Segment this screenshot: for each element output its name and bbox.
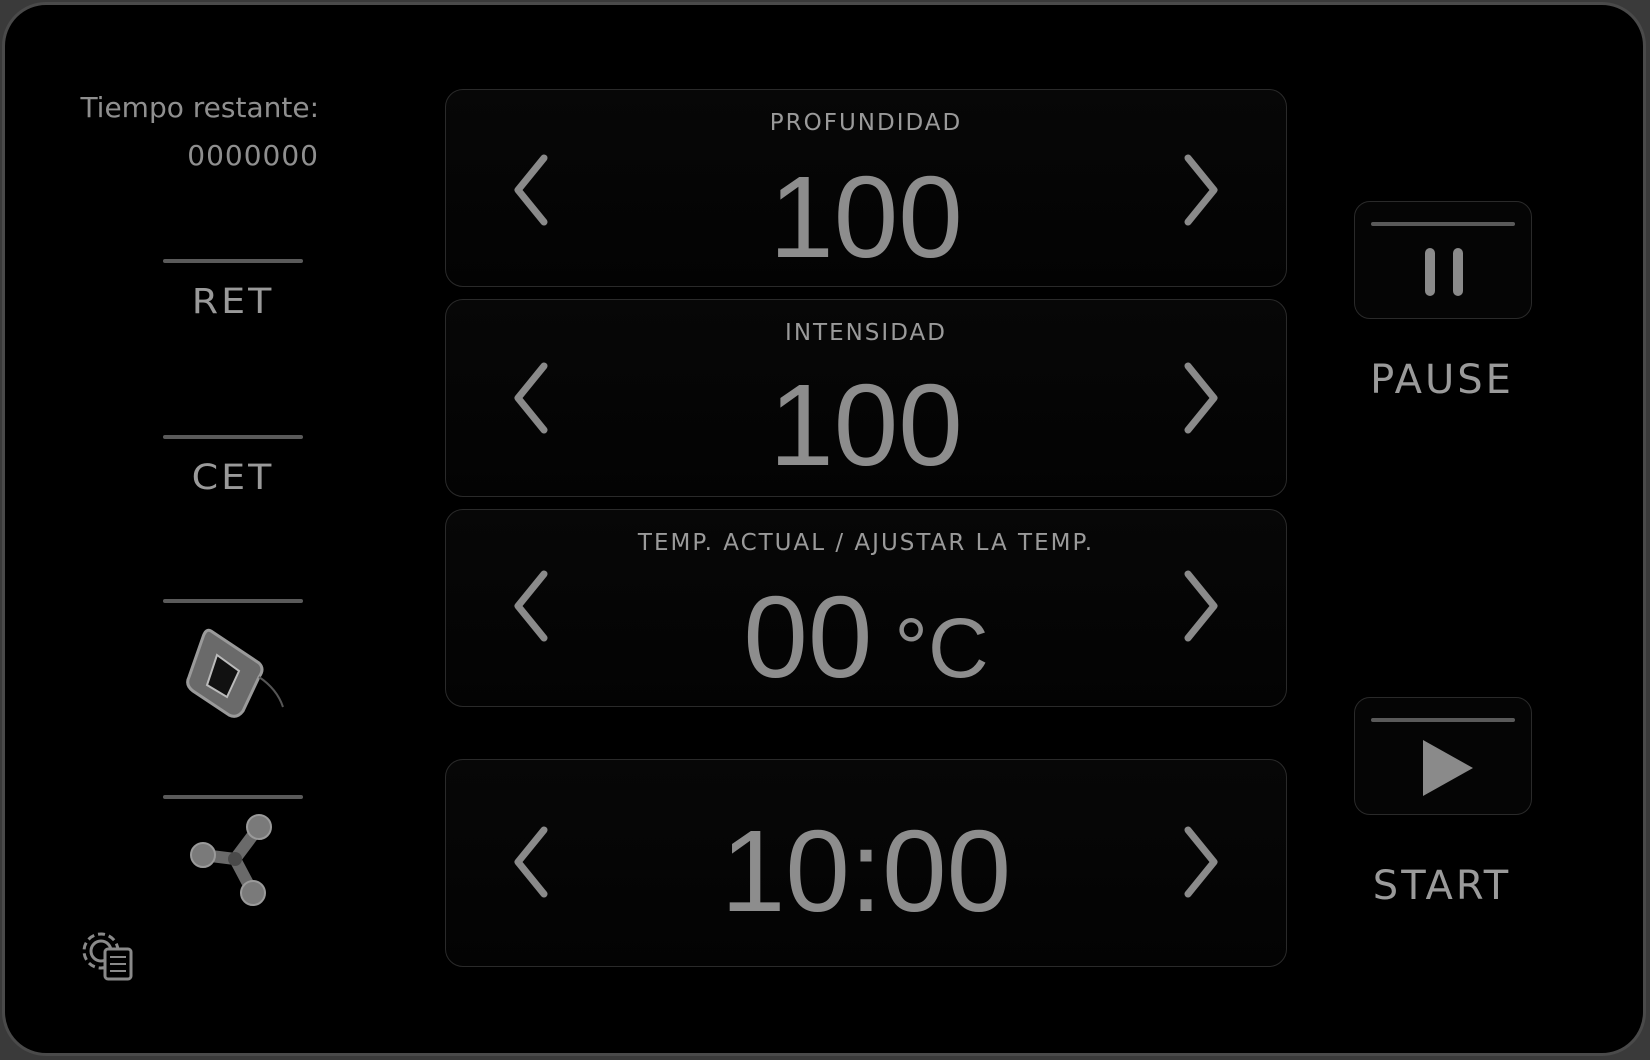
mode-indicator-bar — [163, 259, 303, 263]
play-icon — [1423, 740, 1473, 796]
chevron-left-icon — [514, 154, 548, 226]
intensity-label: INTENSIDAD — [785, 320, 947, 346]
mode-tripolar-button[interactable] — [161, 795, 305, 915]
depth-increase-button[interactable] — [1176, 150, 1226, 230]
mode-ret-button[interactable]: RET — [161, 259, 305, 339]
start-label: START — [1372, 863, 1512, 909]
control-indicator-bar — [1371, 222, 1515, 226]
temperature-label: TEMP. ACTUAL / AJUSTAR LA TEMP. — [637, 530, 1095, 556]
temperature-panel: TEMP. ACTUAL / AJUSTAR LA TEMP. 00 °C — [445, 509, 1287, 707]
mode-indicator-bar — [163, 795, 303, 799]
time-setting-value: 10:00 — [720, 806, 1012, 936]
mode-indicator-bar — [163, 599, 303, 603]
time-panel: 10:00 — [445, 759, 1287, 967]
time-remaining-value: 0000000 — [187, 139, 319, 172]
start-button[interactable] — [1354, 697, 1532, 815]
pause-icon — [1425, 248, 1463, 296]
tripolar-applicator-icon — [190, 814, 272, 906]
mode-cet-label: CET — [191, 456, 275, 498]
depth-value: 100 — [769, 152, 963, 282]
intensity-decrease-button[interactable] — [506, 358, 556, 438]
chevron-right-icon — [1184, 154, 1218, 226]
chevron-left-icon — [514, 826, 548, 898]
settings-gear-icon — [82, 932, 133, 981]
depth-label: PROFUNDIDAD — [769, 110, 963, 136]
mode-handpiece-button[interactable] — [161, 599, 305, 729]
intensity-increase-button[interactable] — [1176, 358, 1226, 438]
temperature-increase-button[interactable] — [1176, 566, 1226, 646]
time-increase-button[interactable] — [1176, 822, 1226, 902]
handpiece-icon — [186, 628, 284, 718]
mode-indicator-bar — [163, 435, 303, 439]
mode-ret-label: RET — [191, 280, 275, 322]
device-screen: Tiempo restante: 0000000 RET CET PROFUND… — [2, 2, 1646, 1056]
temperature-readout: 00 °C — [446, 570, 1286, 704]
chevron-right-icon — [1184, 362, 1218, 434]
intensity-panel: INTENSIDAD 100 — [445, 299, 1287, 497]
depth-panel: PROFUNDIDAD 100 — [445, 89, 1287, 287]
chevron-right-icon — [1184, 570, 1218, 642]
time-decrease-button[interactable] — [506, 822, 556, 902]
temperature-value: 00 — [743, 572, 873, 702]
control-indicator-bar — [1371, 718, 1515, 722]
time-remaining-label: Tiempo restante: — [80, 91, 319, 124]
chevron-right-icon — [1184, 826, 1218, 898]
depth-decrease-button[interactable] — [506, 150, 556, 230]
intensity-value: 100 — [769, 360, 963, 490]
pause-button[interactable] — [1354, 201, 1532, 319]
temperature-decrease-button[interactable] — [506, 566, 556, 646]
temperature-unit: °C — [894, 601, 989, 695]
chevron-left-icon — [514, 570, 548, 642]
pause-label: PAUSE — [1370, 357, 1514, 403]
settings-button[interactable] — [75, 925, 135, 987]
chevron-left-icon — [514, 362, 548, 434]
mode-cet-button[interactable]: CET — [161, 435, 305, 515]
